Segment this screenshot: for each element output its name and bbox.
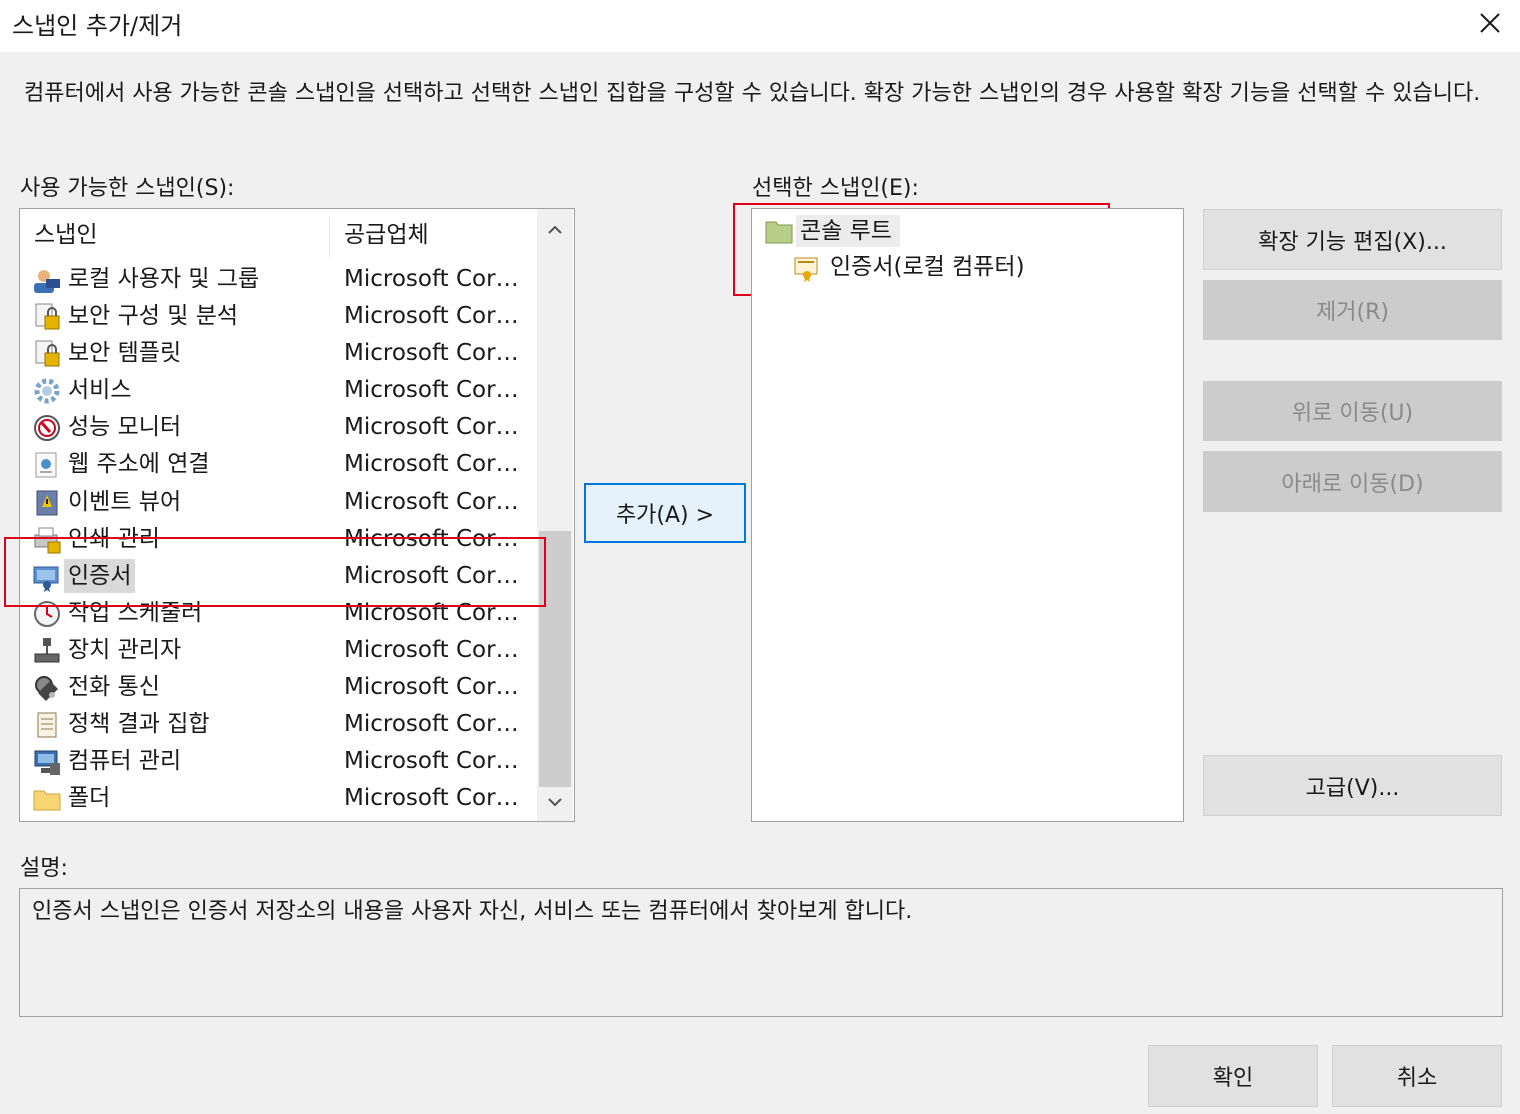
users-icon (34, 270, 60, 293)
add-button[interactable]: 추가(A) > (584, 483, 746, 543)
certificate-icon (794, 257, 818, 282)
scroll-thumb[interactable] (539, 531, 571, 787)
available-snapins-list[interactable]: 스냅인 공급업체 로컬 사용자 및 그룹 Microsoft Corpo... … (19, 208, 575, 822)
chevron-down-icon (548, 798, 562, 807)
cancel-button[interactable]: 취소 (1332, 1045, 1502, 1107)
list-item[interactable]: 보안 템플릿 Microsoft Corpo... (20, 335, 538, 372)
printer-icon (34, 527, 61, 554)
list-item-vendor: Microsoft Corpo... (344, 377, 526, 404)
description-label: 설명: (20, 856, 68, 881)
list-item[interactable]: 웹 주소에 연결 Microsoft Corpo... (20, 446, 538, 483)
ok-button[interactable]: 확인 (1148, 1045, 1318, 1107)
list-item[interactable]: 성능 모니터 Microsoft Corpo... (20, 409, 538, 446)
column-header-vendor[interactable]: 공급업체 (344, 209, 429, 261)
title-bar: 스냅인 추가/제거 (0, 0, 1520, 52)
list-item-vendor: Microsoft Corpo... (344, 785, 526, 812)
device-manager-icon (34, 637, 60, 663)
selected-snapins-tree[interactable]: 콘솔 루트 인증서(로컬 컴퓨터) (751, 208, 1184, 822)
column-header-snapin[interactable]: 스냅인 (34, 209, 97, 261)
list-item-name: 보안 구성 및 분석 (68, 303, 239, 330)
list-item[interactable]: 인쇄 관리 Microsoft Corpo... (20, 521, 538, 558)
scroll-up-button[interactable] (537, 215, 573, 245)
list-item-vendor: Microsoft Corpo... (344, 303, 526, 330)
security-template-icon (35, 340, 60, 367)
list-item[interactable]: 전화 통신 Microsoft Corpo... (20, 669, 538, 706)
security-config-icon (35, 303, 60, 330)
list-item-vendor: Microsoft Corpo... (344, 488, 526, 515)
available-snapins-label: 사용 가능한 스냅인(S): (20, 176, 235, 201)
list-item[interactable]: 보안 구성 및 분석 Microsoft Corpo... (20, 298, 538, 335)
selected-snapins-label: 선택한 스냅인(E): (752, 176, 919, 201)
description-box: 인증서 스냅인은 인증서 저장소의 내용을 사용자 자신, 서비스 또는 컴퓨터… (19, 888, 1503, 1017)
vertical-scrollbar[interactable] (537, 209, 573, 821)
clock-icon (34, 600, 60, 627)
list-item[interactable]: 이벤트 뷰어 Microsoft Corpo... (20, 484, 538, 521)
computer-management-icon (34, 750, 60, 776)
policy-icon (37, 712, 57, 738)
folder-icon (33, 790, 61, 811)
chevron-up-icon (548, 225, 562, 234)
certificate-icon (33, 566, 59, 592)
list-item-vendor: Microsoft Corpo... (344, 599, 526, 626)
remove-button[interactable]: 제거(R) (1203, 280, 1502, 340)
gear-icon (34, 378, 60, 404)
tree-item-label: 인증서(로컬 컴퓨터) (830, 254, 1025, 280)
list-item-vendor: Microsoft Corpo... (344, 266, 526, 292)
list-item-vendor: Microsoft Corpo... (344, 414, 526, 441)
web-link-icon (35, 452, 57, 478)
scroll-down-button[interactable] (537, 787, 573, 817)
close-icon (1480, 13, 1500, 33)
list-item[interactable]: 작업 스케줄러 Microsoft Corpo... (20, 595, 538, 632)
list-item-name: 컴퓨터 관리 (68, 748, 182, 775)
advanced-button[interactable]: 고급(V)... (1203, 755, 1502, 816)
list-item-name: 보안 템플릿 (68, 340, 182, 367)
list-item[interactable]: 컴퓨터 관리 Microsoft Corpo... (20, 743, 538, 780)
telephony-icon (35, 676, 58, 702)
list-item-name: 이벤트 뷰어 (68, 488, 182, 515)
list-item-name: 작업 스케줄러 (68, 599, 203, 626)
close-button[interactable] (1460, 0, 1520, 46)
list-item-name: 성능 모니터 (68, 414, 182, 441)
list-item[interactable]: 서비스 Microsoft Corpo... (20, 372, 538, 409)
list-item-vendor: Microsoft Corpo... (344, 562, 526, 589)
list-item-name: 전화 통신 (68, 674, 160, 701)
list-item-name: 인증서 (64, 558, 136, 593)
gauge-icon (34, 415, 60, 442)
list-item-vendor: Microsoft Corpo... (344, 748, 526, 775)
folder-icon (765, 221, 793, 244)
list-item[interactable]: 로컬 사용자 및 그룹 Microsoft Corpo... (20, 261, 538, 298)
list-item-certificates[interactable]: 인증서 Microsoft Corpo... (20, 558, 538, 595)
list-item-name: 폴더 (68, 785, 111, 812)
list-item[interactable]: 폴더 Microsoft Corpo... (20, 780, 538, 817)
move-down-button[interactable]: 아래로 이동(D) (1203, 451, 1502, 512)
edit-extensions-button[interactable]: 확장 기능 편집(X)... (1203, 209, 1502, 270)
list-item-vendor: Microsoft Corpo... (344, 340, 526, 367)
column-separator[interactable] (329, 217, 330, 257)
list-item-vendor: Microsoft Corpo... (344, 636, 526, 663)
list-item-name: 인쇄 관리 (68, 525, 160, 552)
list-item[interactable]: 장치 관리자 Microsoft Corpo... (20, 632, 538, 669)
intro-text: 컴퓨터에서 사용 가능한 콘솔 스냅인을 선택하고 선택한 스냅인 집합을 구성… (24, 81, 1481, 106)
event-viewer-icon (36, 490, 58, 516)
list-item-name: 웹 주소에 연결 (68, 451, 210, 478)
snapin-rows: 로컬 사용자 및 그룹 Microsoft Corpo... 보안 구성 및 분… (20, 261, 538, 817)
list-item-vendor: Microsoft Corpo... (344, 525, 526, 552)
list-item-name: 로컬 사용자 및 그룹 (68, 266, 260, 292)
list-item-vendor: Microsoft Corpo... (344, 711, 526, 738)
move-up-button[interactable]: 위로 이동(U) (1203, 381, 1502, 441)
list-item[interactable]: 정책 결과 집합 Microsoft Corpo... (20, 706, 538, 743)
list-item-name: 정책 결과 집합 (68, 711, 210, 738)
list-item-vendor: Microsoft Corpo... (344, 674, 526, 701)
list-item-name: 서비스 (68, 377, 132, 404)
list-item-vendor: Microsoft Corpo... (344, 451, 526, 478)
window-title: 스냅인 추가/제거 (12, 12, 183, 40)
list-item-name: 장치 관리자 (68, 636, 182, 663)
tree-item-label: 콘솔 루트 (796, 215, 900, 247)
